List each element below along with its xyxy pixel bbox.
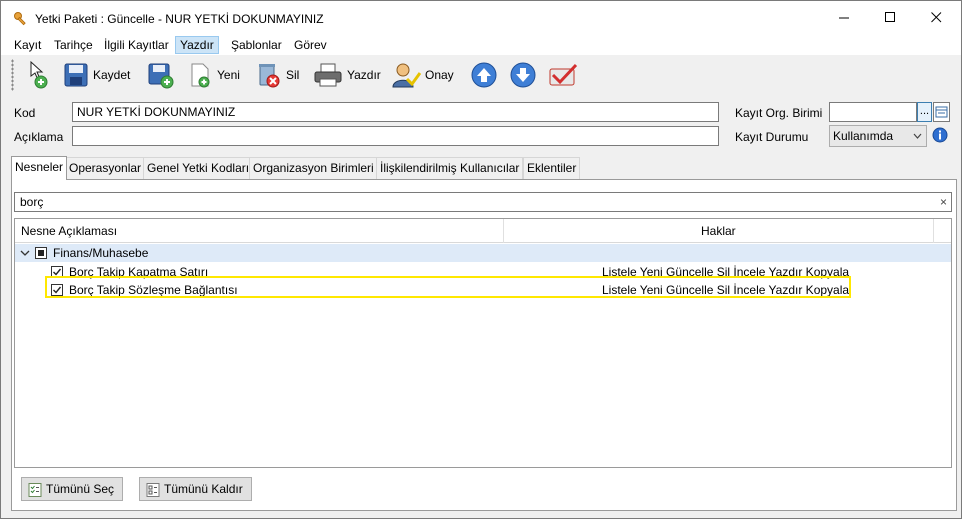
close-icon bbox=[930, 10, 942, 26]
save-new-icon bbox=[147, 61, 175, 89]
key-icon bbox=[13, 11, 29, 27]
title-bar: Yetki Paketi : Güncelle - NUR YETKİ DOKU… bbox=[1, 1, 961, 35]
approve-user-icon bbox=[391, 61, 421, 89]
aciklama-field[interactable] bbox=[72, 126, 719, 146]
save-and-new-button[interactable] bbox=[147, 59, 175, 91]
maximize-button[interactable] bbox=[867, 1, 913, 35]
new-button[interactable]: Yeni bbox=[189, 59, 240, 91]
save-button[interactable]: Kaydet bbox=[63, 59, 130, 91]
move-up-button[interactable] bbox=[470, 59, 498, 91]
kod-field[interactable]: NUR YETKİ DOKUNMAYINIZ bbox=[72, 102, 719, 122]
column-haklar[interactable]: Haklar bbox=[701, 219, 736, 243]
add-button[interactable] bbox=[25, 59, 53, 91]
deselect-all-button[interactable]: Tümünü Kaldır bbox=[139, 477, 252, 501]
column-divider[interactable] bbox=[933, 219, 934, 243]
chevron-down-icon bbox=[913, 126, 922, 154]
org-unit-label: Kayıt Org. Birimi bbox=[735, 106, 823, 120]
status-select-value: Kullanımda bbox=[833, 129, 894, 143]
grid-header: Nesne Açıklaması Haklar bbox=[15, 219, 951, 243]
print-button[interactable]: Yazdır bbox=[313, 59, 381, 91]
search-value: borç bbox=[20, 195, 44, 209]
tab-operasyonlar[interactable]: Operasyonlar bbox=[65, 157, 146, 179]
menu-tarihce[interactable]: Tarihçe bbox=[50, 36, 97, 54]
column-divider[interactable] bbox=[503, 219, 504, 243]
tab-eklentiler[interactable]: Eklentiler bbox=[523, 157, 581, 179]
close-button[interactable] bbox=[913, 1, 959, 35]
minimize-icon bbox=[838, 10, 850, 26]
table-row[interactable]: Borç Takip Sözleşme Bağlantısı Listele Y… bbox=[15, 281, 951, 299]
arrow-up-icon bbox=[470, 61, 498, 89]
menu-sablonlar[interactable]: Şablonlar bbox=[227, 36, 286, 54]
select-all-label: Tümünü Seç bbox=[46, 482, 115, 496]
unchecked-list-icon bbox=[146, 482, 160, 504]
row-name: Borç Takip Kapatma Satırı bbox=[69, 265, 209, 279]
maximize-icon bbox=[884, 10, 896, 26]
group-label: Finans/Muhasebe bbox=[53, 246, 149, 260]
minimize-button[interactable] bbox=[821, 1, 867, 35]
menu-ilgili-kayitlar[interactable]: İlgili Kayıtlar bbox=[100, 36, 173, 54]
group-row[interactable]: Finans/Muhasebe bbox=[15, 244, 951, 262]
menu-yazdir[interactable]: Yazdır bbox=[175, 36, 219, 54]
info-icon[interactable] bbox=[932, 127, 948, 146]
floppy-disk-icon bbox=[63, 61, 89, 89]
org-unit-list-button[interactable] bbox=[933, 102, 950, 122]
checkmark-folder-icon bbox=[547, 61, 579, 89]
approve-button[interactable]: Onay bbox=[391, 59, 454, 91]
window: Yetki Paketi : Güncelle - NUR YETKİ DOKU… bbox=[0, 0, 962, 519]
list-icon bbox=[934, 106, 949, 124]
group-checkbox[interactable] bbox=[35, 247, 47, 259]
org-unit-browse-button[interactable]: ... bbox=[917, 102, 932, 122]
clear-search-icon[interactable]: × bbox=[940, 193, 947, 211]
status-label: Kayıt Durumu bbox=[735, 130, 809, 144]
menu-kayit[interactable]: Kayıt bbox=[10, 36, 45, 54]
tab-organizasyon-birimleri[interactable]: Organizasyon Birimleri bbox=[249, 157, 378, 179]
save-label: Kaydet bbox=[93, 68, 131, 82]
tab-nesneler[interactable]: Nesneler bbox=[11, 156, 68, 180]
delete-icon bbox=[256, 61, 282, 89]
window-title: Yetki Paketi : Güncelle - NUR YETKİ DOKU… bbox=[35, 12, 324, 26]
row-name: Borç Takip Sözleşme Bağlantısı bbox=[69, 283, 238, 297]
search-input[interactable]: borç × bbox=[14, 192, 952, 212]
new-label: Yeni bbox=[217, 68, 240, 82]
nesneler-panel: borç × Nesne Açıklaması Haklar Finans/Mu… bbox=[11, 179, 957, 511]
checklist-icon bbox=[28, 482, 42, 504]
kod-label: Kod bbox=[14, 106, 36, 120]
select-all-button[interactable]: Tümünü Seç bbox=[21, 477, 124, 504]
printer-icon bbox=[313, 61, 343, 89]
arrow-down-icon bbox=[509, 61, 537, 89]
move-down-button[interactable] bbox=[509, 59, 537, 91]
delete-label: Sil bbox=[286, 68, 300, 82]
column-nesne-aciklamasi[interactable]: Nesne Açıklaması bbox=[21, 219, 117, 243]
row-rights: Listele Yeni Güncelle Sil İncele Yazdır … bbox=[602, 265, 850, 279]
check-button[interactable] bbox=[547, 59, 579, 91]
add-record-icon bbox=[25, 60, 53, 90]
org-unit-field[interactable] bbox=[829, 102, 917, 122]
objects-grid: Nesne Açıklaması Haklar Finans/Muhasebe … bbox=[14, 218, 952, 468]
approve-label: Onay bbox=[425, 68, 454, 82]
row-rights: Listele Yeni Güncelle Sil İncele Yazdır … bbox=[602, 283, 850, 297]
menu-gorev[interactable]: Görev bbox=[290, 36, 331, 54]
toolbar-grip[interactable] bbox=[11, 59, 14, 91]
tab-genel-yetki-kodlari[interactable]: Genel Yetki Kodları bbox=[143, 157, 254, 179]
print-label: Yazdır bbox=[347, 68, 381, 82]
menu-bar: Kayıt Tarihçe İlgili Kayıtlar Yazdır Şab… bbox=[1, 35, 961, 55]
tab-iliskilendirilmis-kullanicilar[interactable]: İlişkilendirilmiş Kullanıcılar bbox=[376, 157, 524, 179]
row-checkbox[interactable] bbox=[51, 266, 63, 278]
table-row[interactable]: Borç Takip Kapatma Satırı Listele Yeni G… bbox=[15, 263, 951, 281]
new-document-icon bbox=[189, 61, 213, 89]
toolbar: Kaydet Yeni Sil Yazdır Onay bbox=[1, 55, 961, 95]
delete-button[interactable]: Sil bbox=[256, 59, 299, 91]
row-checkbox[interactable] bbox=[51, 284, 63, 296]
status-select[interactable]: Kullanımda bbox=[829, 125, 927, 147]
aciklama-label: Açıklama bbox=[14, 130, 64, 144]
deselect-all-label: Tümünü Kaldır bbox=[164, 482, 243, 496]
